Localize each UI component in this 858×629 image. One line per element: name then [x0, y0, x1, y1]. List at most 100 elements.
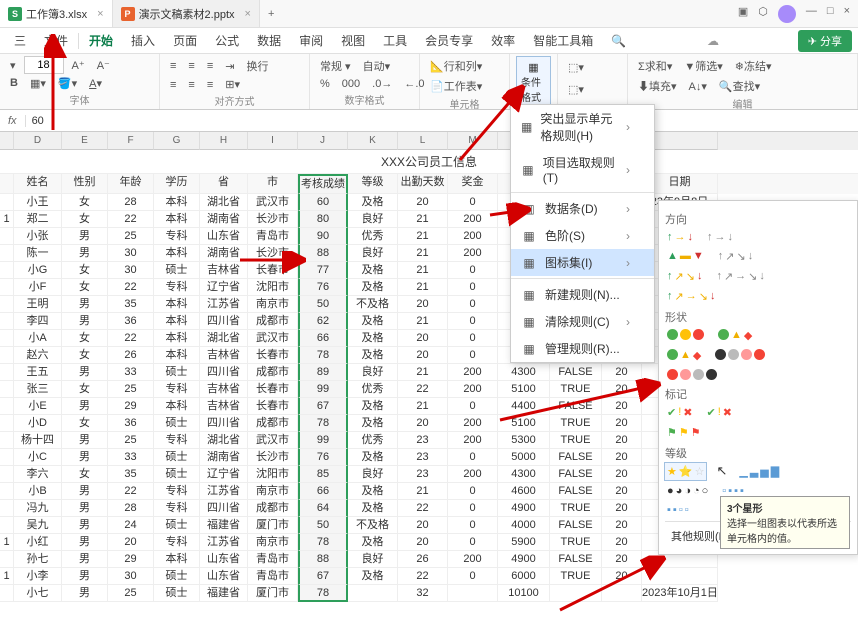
header-cell[interactable]: 市	[248, 174, 298, 194]
cell[interactable]: 35	[108, 296, 154, 313]
cell[interactable]: 长沙市	[248, 211, 298, 228]
header-cell[interactable]: 等级	[348, 174, 398, 194]
cell[interactable]: 6000	[498, 568, 550, 585]
iconset-3arrows-color[interactable]: ↑→↓	[665, 229, 695, 245]
header-cell[interactable]: 省	[200, 174, 248, 194]
cell[interactable]: 小C	[14, 449, 62, 466]
menu-insert[interactable]: 插入	[123, 28, 163, 53]
cell[interactable]: 男	[62, 568, 108, 585]
cell[interactable]	[448, 585, 498, 602]
cell[interactable]: 0	[448, 534, 498, 551]
cell[interactable]: 5000	[498, 449, 550, 466]
cell[interactable]: 200	[448, 211, 498, 228]
cell[interactable]: 20	[398, 296, 448, 313]
cell[interactable]: 成都市	[248, 364, 298, 381]
cell[interactable]: 女	[62, 415, 108, 432]
cell[interactable]: 女	[62, 262, 108, 279]
cell[interactable]: 20	[108, 534, 154, 551]
menu-hamburger[interactable]: 三	[6, 28, 34, 53]
cell[interactable]: 及格	[348, 313, 398, 330]
cell[interactable]: 专科	[154, 228, 200, 245]
cell[interactable]: 男	[62, 364, 108, 381]
cell[interactable]: 90	[298, 228, 348, 245]
cell[interactable]: 杨十四	[14, 432, 62, 449]
cell[interactable]: 小李	[14, 568, 62, 585]
cell[interactable]: 88	[298, 245, 348, 262]
cell[interactable]: 22	[398, 500, 448, 517]
cell[interactable]: TRUE	[550, 500, 602, 517]
cell[interactable]: 80	[298, 211, 348, 228]
percent-button[interactable]: %	[316, 76, 334, 92]
align-bot[interactable]: ≡	[203, 58, 217, 74]
cell[interactable]: TRUE	[550, 432, 602, 449]
cell[interactable]: 30	[108, 262, 154, 279]
cell[interactable]: 小G	[14, 262, 62, 279]
cell[interactable]	[0, 432, 14, 449]
cell[interactable]: 硕士	[154, 517, 200, 534]
cell[interactable]: 小红	[14, 534, 62, 551]
font-dropdown[interactable]: ▾	[6, 57, 20, 74]
style-button[interactable]: ⬚▾	[564, 81, 588, 98]
iconset-3stars[interactable]: ★⭐☆	[665, 463, 706, 480]
clear-rules-item[interactable]: ▦清除规则(C)›	[511, 308, 654, 335]
col-header[interactable]: F	[108, 132, 154, 150]
cell[interactable]: 33	[108, 449, 154, 466]
cell[interactable]: FALSE	[550, 466, 602, 483]
cell[interactable]: 26	[398, 551, 448, 568]
close-icon[interactable]: ×	[245, 8, 251, 20]
cell[interactable]	[0, 364, 14, 381]
cell[interactable]: 孙七	[14, 551, 62, 568]
cell[interactable]: 吴九	[14, 517, 62, 534]
share-button[interactable]: ✈ 分享	[798, 30, 852, 52]
header-cell[interactable]: 出勤天数	[398, 174, 448, 194]
cell[interactable]: 山东省	[200, 228, 248, 245]
cell[interactable]: 及格	[348, 194, 398, 211]
iconset-3flags[interactable]: ⚑⚑⚑	[665, 424, 703, 441]
cell[interactable]: 李四	[14, 313, 62, 330]
iconset-4arrows-color[interactable]: ↑↗↘↓	[665, 268, 704, 285]
cell[interactable]	[0, 398, 14, 415]
cell[interactable]: 不及格	[348, 296, 398, 313]
new-rule-item[interactable]: ▦新建规则(N)...	[511, 281, 654, 308]
cell[interactable]: 20	[398, 534, 448, 551]
cell[interactable]: 本科	[154, 398, 200, 415]
cell[interactable]: 长春市	[248, 262, 298, 279]
cell[interactable]: 女	[62, 466, 108, 483]
cell[interactable]: 青岛市	[248, 228, 298, 245]
cell[interactable]: 四川省	[200, 500, 248, 517]
cell[interactable]: 0	[448, 262, 498, 279]
comma-button[interactable]: 000	[338, 76, 364, 92]
cell[interactable]: 0	[448, 483, 498, 500]
align-left[interactable]: ≡	[166, 77, 180, 93]
cell[interactable]: 21	[398, 398, 448, 415]
cell[interactable]: 5900	[498, 534, 550, 551]
cell[interactable]: 优秀	[348, 228, 398, 245]
cell[interactable]	[0, 466, 14, 483]
cell[interactable]: 21	[398, 245, 448, 262]
col-header[interactable]: L	[398, 132, 448, 150]
cell[interactable]: 200	[448, 364, 498, 381]
cell[interactable]: 0	[448, 568, 498, 585]
cube-icon[interactable]: ⬡	[758, 5, 768, 23]
cell[interactable]: 200	[448, 551, 498, 568]
cell[interactable]: 四川省	[200, 364, 248, 381]
manage-rules-item[interactable]: ▦管理规则(R)...	[511, 335, 654, 362]
cell[interactable]: 山东省	[200, 568, 248, 585]
cell[interactable]: 本科	[154, 551, 200, 568]
cell[interactable]: 武汉市	[248, 194, 298, 211]
cell[interactable]: 山东省	[200, 551, 248, 568]
avatar[interactable]	[778, 5, 796, 23]
col-header[interactable]: G	[154, 132, 200, 150]
cell[interactable]: 郑二	[14, 211, 62, 228]
bold-button[interactable]: B	[6, 75, 22, 91]
cell[interactable]: 21	[398, 211, 448, 228]
cell[interactable]: 优秀	[348, 432, 398, 449]
iconset-3arrows-gray[interactable]: ↑→↓	[705, 229, 735, 245]
cell[interactable]: 王五	[14, 364, 62, 381]
cell[interactable]: 25	[108, 381, 154, 398]
cell[interactable]: 吉林省	[200, 347, 248, 364]
cell[interactable]: 及格	[348, 279, 398, 296]
cell[interactable]: 硕士	[154, 415, 200, 432]
cell[interactable]: 成都市	[248, 313, 298, 330]
col-header[interactable]: J	[298, 132, 348, 150]
